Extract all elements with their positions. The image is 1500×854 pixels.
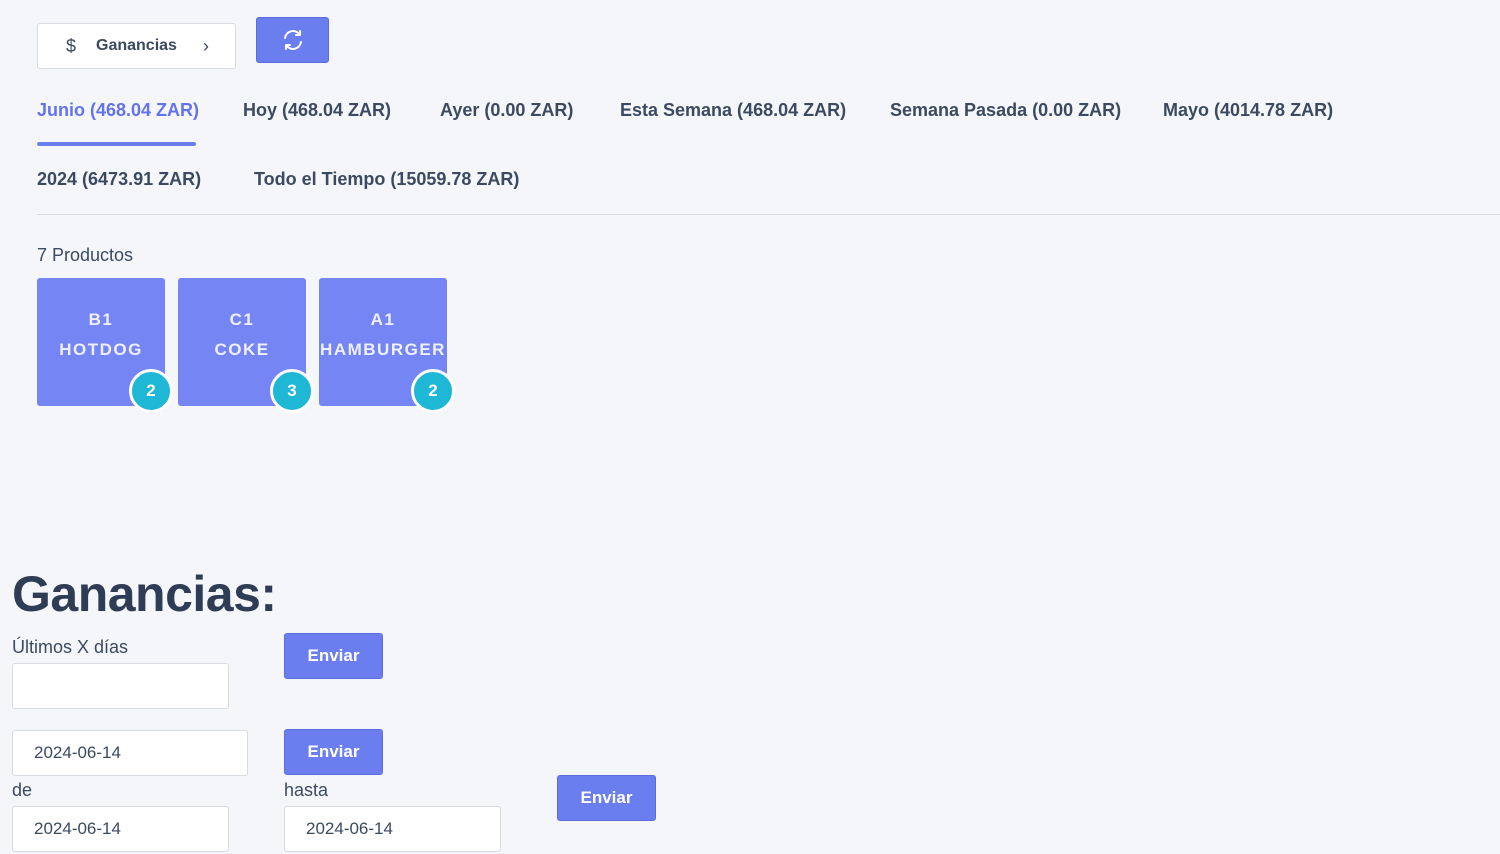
product-code: B1 [88, 310, 114, 329]
ganancias-dropdown-button[interactable]: $ Ganancias › [37, 23, 236, 69]
product-code: A1 [370, 310, 396, 329]
products-count: 7 Productos [37, 245, 134, 265]
product-card-hotdog[interactable]: B1 HOTDOG 2 [37, 278, 173, 413]
range-submit-button[interactable]: Enviar [557, 775, 656, 821]
last-days-input[interactable] [12, 663, 229, 709]
tab-semana-pasada[interactable]: Semana Pasada (0.00 ZAR) [890, 100, 1121, 121]
last-days-submit-button[interactable]: Enviar [284, 633, 383, 679]
chevron-right-icon: › [202, 35, 209, 56]
tab-2024[interactable]: 2024 (6473.91 ZAR) [37, 169, 201, 190]
last-days-label: Últimos X días [12, 637, 129, 657]
product-card-coke[interactable]: C1 COKE 3 [178, 278, 314, 413]
product-code: C1 [229, 310, 255, 329]
tab-junio[interactable]: Junio (468.04 ZAR) [37, 100, 199, 121]
active-tab-indicator [37, 142, 196, 146]
to-date-label: hasta [284, 780, 329, 800]
refresh-icon [283, 30, 302, 50]
tab-todo-el-tiempo[interactable]: Todo el Tiempo (15059.78 ZAR) [254, 169, 519, 190]
single-date-input[interactable] [12, 730, 248, 776]
product-qty-badge: 2 [411, 369, 455, 413]
tab-mayo[interactable]: Mayo (4014.78 ZAR) [1163, 100, 1333, 121]
earnings-title: Ganancias: [12, 566, 277, 622]
tab-esta-semana[interactable]: Esta Semana (468.04 ZAR) [620, 100, 846, 121]
to-date-input[interactable] [284, 806, 501, 852]
product-name: HAMBURGER [320, 340, 446, 359]
tab-ayer[interactable]: Ayer (0.00 ZAR) [440, 100, 573, 121]
tab-hoy[interactable]: Hoy (468.04 ZAR) [243, 100, 391, 121]
dollar-icon: $ [66, 35, 77, 56]
product-name: COKE [214, 340, 270, 359]
product-qty-badge: 3 [270, 369, 314, 413]
product-name: HOTDOG [59, 340, 143, 359]
single-date-submit-button[interactable]: Enviar [284, 729, 383, 775]
refresh-button[interactable] [256, 17, 329, 63]
from-date-label: de [12, 780, 33, 800]
ganancias-button-label: Ganancias [96, 37, 177, 54]
tabs-divider [37, 214, 1500, 215]
from-date-input[interactable] [12, 806, 229, 852]
product-qty-badge: 2 [129, 369, 173, 413]
product-card-hamburger[interactable]: A1 HAMBURGER 2 [319, 278, 455, 413]
